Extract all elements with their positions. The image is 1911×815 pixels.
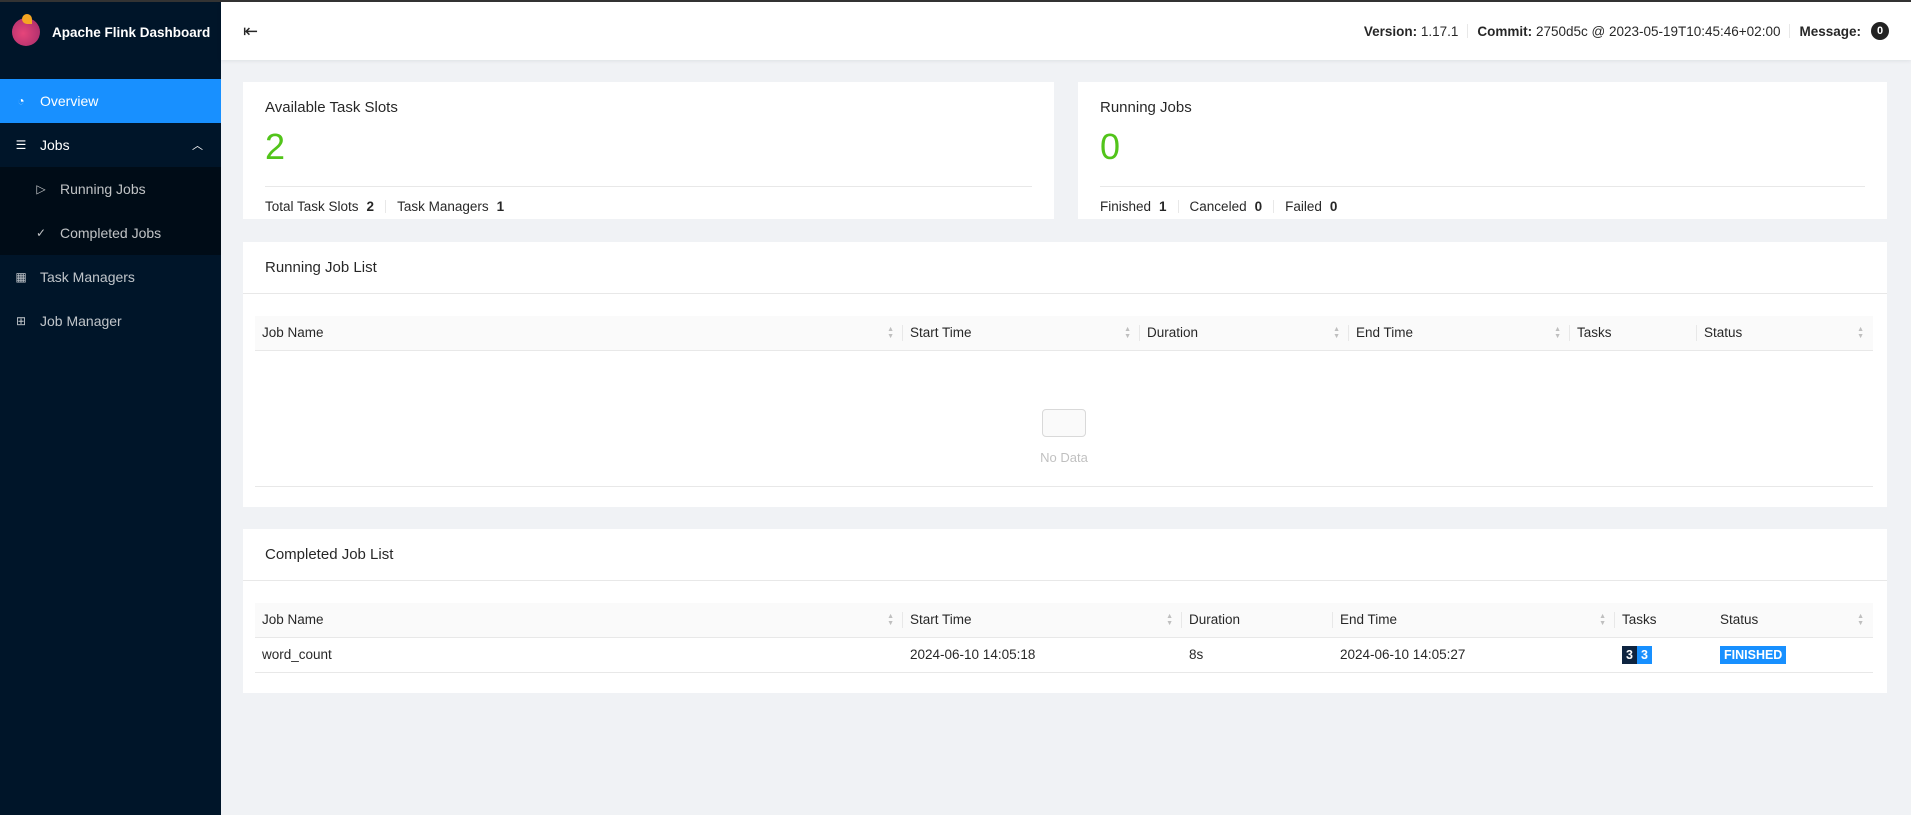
column-header-status[interactable]: Status ▲ ▼ <box>1697 316 1873 351</box>
play-circle-icon: ▷ <box>36 182 46 196</box>
column-header-tasks: Tasks <box>1570 316 1697 351</box>
start-time: 2024-06-10 14:05:18 <box>903 637 1182 673</box>
column-header-duration[interactable]: Duration ▲ ▼ <box>1140 316 1349 351</box>
sidebar-item-task-managers[interactable]: ▦ Task Managers <box>0 255 221 299</box>
version-label: Version: <box>1363 23 1418 39</box>
jobs-submenu: ▷ Running Jobs ✓ Completed Jobs <box>0 167 221 255</box>
dashboard-icon: ◔ <box>17 94 25 108</box>
column-header-duration[interactable]: Duration <box>1182 603 1333 638</box>
column-header-start-time[interactable]: Start Time ▲ ▼ <box>903 316 1140 351</box>
sidebar-item-job-manager[interactable]: ⊞ Job Manager <box>0 299 221 343</box>
column-header-end-time[interactable]: End Time ▲ ▼ <box>1349 316 1570 351</box>
empty-state: No Data <box>255 350 1873 487</box>
sort-icon: ▲ ▼ <box>1857 326 1864 340</box>
failed-value: 0 <box>1329 199 1338 214</box>
column-header-start-time[interactable]: Start Time ▲ ▼ <box>903 603 1182 638</box>
available-slots-value: 2 <box>265 126 286 167</box>
end-time: 2024-06-10 14:05:27 <box>1333 637 1615 673</box>
sort-icon: ▲ ▼ <box>1333 326 1340 340</box>
divider <box>385 200 387 213</box>
sidebar-item-overview[interactable]: ◔ Overview <box>0 79 221 123</box>
failed-label: Failed <box>1285 199 1322 214</box>
completed-job-list-card: Completed Job List Job Name ▲ ▼ Start Time… <box>243 529 1887 693</box>
table-row[interactable]: word_count 2024-06-10 14:05:18 8s 2024-0… <box>255 637 1873 673</box>
status-badge: FINISHED <box>1720 645 1787 664</box>
column-header-job-name[interactable]: Job Name ▲ ▼ <box>255 603 903 638</box>
sidebar: Apache Flink Dashboard ◔ Overview ☰ Jobs ︿ … <box>0 2 221 815</box>
tasks-cell: 33 <box>1615 637 1713 673</box>
sidebar-item-jobs[interactable]: ☰ Jobs ︿ <box>0 123 221 167</box>
sidebar-item-completed-jobs[interactable]: ✓ Completed Jobs <box>0 211 221 255</box>
logo[interactable]: Apache Flink Dashboard <box>0 2 221 62</box>
schedule-icon: ▦ <box>15 270 27 284</box>
commit-value: 2750d5c @ 2023-05-19T10:45:46+02:00 <box>1535 23 1781 39</box>
canceled-label: Canceled <box>1189 199 1247 214</box>
sidebar-item-label: Jobs <box>40 137 70 153</box>
total-slots-value: 2 <box>366 199 375 214</box>
canceled-value: 0 <box>1254 199 1263 214</box>
column-header-status[interactable]: Status ▲ ▼ <box>1713 603 1873 638</box>
running-job-list-card: Running Job List Job Name ▲ ▼ Start Time ▲ ▼… <box>243 242 1887 507</box>
sort-icon: ▲ ▼ <box>887 326 894 340</box>
flink-logo-icon <box>12 14 40 46</box>
divider <box>1789 24 1791 38</box>
message-label[interactable]: Message: <box>1799 24 1861 39</box>
menu-fold-icon[interactable]: ⇤ <box>243 21 258 42</box>
divider <box>1177 200 1179 213</box>
chevron-up-icon: ︿ <box>192 140 203 152</box>
no-data-text: No Data <box>1040 450 1088 465</box>
card-title: Completed Job List <box>243 529 1887 581</box>
version-value: 1.17.1 <box>1420 23 1459 39</box>
sort-icon: ▲ ▼ <box>1554 326 1561 340</box>
sort-icon: ▲ ▼ <box>1599 613 1606 627</box>
sort-icon: ▲ ▼ <box>1124 326 1131 340</box>
running-jobs-value: 0 <box>1100 126 1121 167</box>
app-title: Apache Flink Dashboard <box>52 24 211 40</box>
commit-label: Commit: <box>1477 23 1533 39</box>
running-jobs-card: Running Jobs 0 Finished 1 Canceled 0 Faile… <box>1078 82 1887 219</box>
task-managers-value: 1 <box>496 199 505 214</box>
sidebar-item-label: Overview <box>40 93 99 109</box>
column-header-end-time[interactable]: End Time ▲ ▼ <box>1333 603 1615 638</box>
card-title: Available Task Slots <box>265 99 398 116</box>
sidebar-item-label: Job Manager <box>40 313 122 329</box>
column-header-job-name[interactable]: Job Name ▲ ▼ <box>255 316 903 351</box>
tasks-total-badge: 3 <box>1622 645 1637 664</box>
divider <box>1273 200 1275 213</box>
sidebar-item-running-jobs[interactable]: ▷ Running Jobs <box>0 167 221 211</box>
finished-value: 1 <box>1159 199 1167 214</box>
inbox-icon <box>1042 409 1086 437</box>
divider <box>1467 24 1469 38</box>
sort-icon: ▲ ▼ <box>1166 613 1173 627</box>
running-jobs-table: Job Name ▲ ▼ Start Time ▲ ▼ Duration ▲ ▼ End T… <box>255 316 1873 487</box>
cluster-icon: ⊞ <box>15 314 27 328</box>
total-slots-label: Total Task Slots <box>265 199 359 214</box>
column-header-tasks: Tasks <box>1615 603 1713 638</box>
sort-icon: ▲ ▼ <box>1857 613 1864 627</box>
completed-jobs-table: Job Name ▲ ▼ Start Time ▲ ▼ Duration End Tim… <box>255 603 1873 673</box>
sidebar-item-label: Completed Jobs <box>60 225 162 241</box>
card-title: Running Jobs <box>1100 99 1192 116</box>
sort-icon: ▲ ▼ <box>887 613 894 627</box>
check-circle-icon: ✓ <box>35 226 47 240</box>
finished-label: Finished <box>1100 199 1152 214</box>
sidebar-item-label: Task Managers <box>40 269 135 285</box>
header-info: Version: 1.17.1 Commit: 2750d5c @ 2023-0… <box>1364 22 1889 40</box>
job-name[interactable]: word_count <box>255 637 903 673</box>
card-title: Running Job List <box>243 242 1887 294</box>
list-icon: ☰ <box>15 138 27 152</box>
sidebar-item-label: Running Jobs <box>60 181 146 197</box>
header: ⇤ Version: 1.17.1 Commit: 2750d5c @ 2023… <box>221 2 1911 60</box>
tasks-finished-badge: 3 <box>1636 645 1652 664</box>
task-managers-label: Task Managers <box>397 199 489 214</box>
duration: 8s <box>1182 637 1333 673</box>
message-count-badge[interactable]: 0 <box>1871 22 1889 40</box>
status-cell: FINISHED <box>1713 637 1873 673</box>
task-slots-card: Available Task Slots 2 Total Task Slots 2… <box>243 82 1054 219</box>
